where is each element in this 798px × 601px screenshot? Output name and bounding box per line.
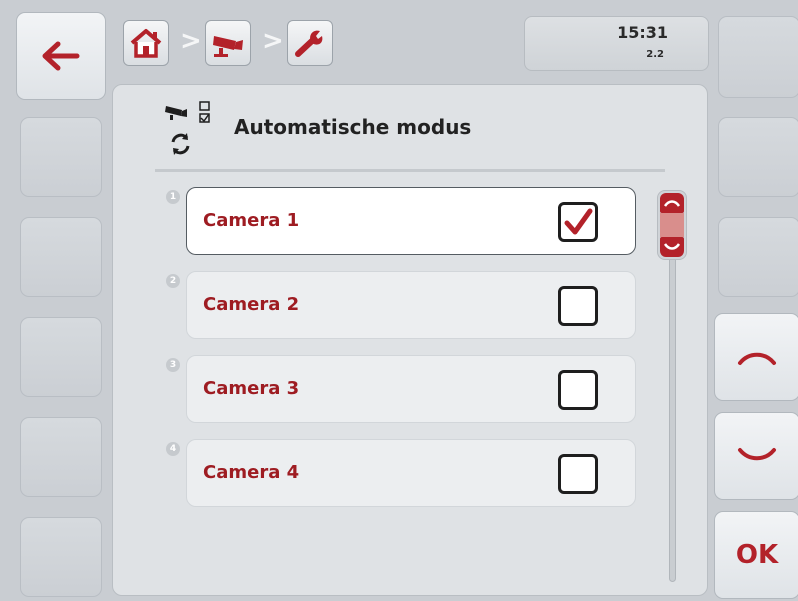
back-button[interactable] <box>16 12 106 100</box>
ok-label: OK <box>735 540 779 570</box>
row-number: 4 <box>166 442 180 456</box>
arrow-left-icon <box>42 41 80 71</box>
status-clock: 15:31 2.2 <box>524 16 709 71</box>
softkey-left-6[interactable] <box>20 517 102 597</box>
breadcrumb-home[interactable] <box>123 20 169 66</box>
divider <box>155 169 665 172</box>
version-number: 2.2 <box>646 49 664 60</box>
checkbox-camera-4[interactable] <box>558 454 598 494</box>
row-number: 3 <box>166 358 180 372</box>
softkey-left-5[interactable] <box>20 417 102 497</box>
checkbox-camera-3[interactable] <box>558 370 598 410</box>
page-title: Automatische modus <box>234 115 472 139</box>
row-number: 1 <box>166 190 180 204</box>
home-icon <box>130 29 162 58</box>
main-panel <box>112 84 708 596</box>
list-item-camera-2[interactable]: Camera 2 <box>186 271 636 339</box>
ok-button[interactable]: OK <box>714 511 798 599</box>
softkey-right-1[interactable] <box>718 16 798 98</box>
camera-auto-mode-icon <box>165 101 210 155</box>
list-item-camera-3[interactable]: Camera 3 <box>186 355 636 423</box>
row-number: 2 <box>166 274 180 288</box>
breadcrumb-camera[interactable] <box>205 20 251 66</box>
checkbox-camera-1[interactable] <box>558 202 598 242</box>
breadcrumb-separator: > <box>180 26 202 56</box>
softkey-right-3[interactable] <box>718 217 798 297</box>
clock-time: 15:31 <box>617 23 668 42</box>
scrollbar-track[interactable] <box>669 255 676 582</box>
page-icon <box>164 100 214 160</box>
softkey-left-2[interactable] <box>20 117 102 197</box>
chevron-down-icon <box>738 448 776 461</box>
wrench-icon <box>295 30 323 57</box>
list-item-camera-1[interactable]: Camera 1 <box>186 187 636 255</box>
scrollbar-thumb[interactable] <box>657 190 687 260</box>
scroll-down-button[interactable] <box>714 412 798 500</box>
list-item-label: Camera 4 <box>203 462 300 483</box>
checkbox-camera-2[interactable] <box>558 286 598 326</box>
chevron-up-icon <box>663 200 681 250</box>
camera-icon <box>213 36 243 57</box>
list-item-label: Camera 2 <box>203 294 300 315</box>
list-item-label: Camera 1 <box>203 210 300 231</box>
list-item-label: Camera 3 <box>203 378 300 399</box>
softkey-right-2[interactable] <box>718 117 798 197</box>
list-item-camera-4[interactable]: Camera 4 <box>186 439 636 507</box>
chevron-up-icon <box>738 352 776 365</box>
softkey-left-3[interactable] <box>20 217 102 297</box>
checkmark-icon <box>564 208 593 235</box>
breadcrumb-settings[interactable] <box>287 20 333 66</box>
scroll-up-button[interactable] <box>714 313 798 401</box>
softkey-left-4[interactable] <box>20 317 102 397</box>
breadcrumb-separator: > <box>262 26 284 56</box>
